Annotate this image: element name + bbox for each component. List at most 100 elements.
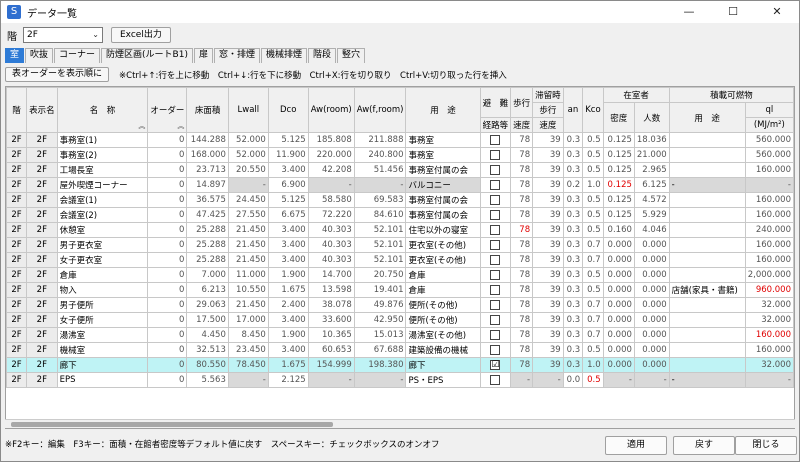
cell-aw-froom[interactable]: 15.013 [353,327,407,343]
col-ql[interactable]: ql [744,102,794,118]
cell-usage[interactable]: 湯沸室(その他) [405,327,481,343]
cell-an[interactable]: 0.3 [562,147,584,163]
cell-aw-room[interactable]: 40.303 [307,222,355,238]
cell-lwall[interactable]: 23.450 [227,342,269,358]
cell-kco[interactable]: 0.7 [582,237,604,253]
cell-ql[interactable]: 560.000 [744,147,794,163]
cell-ql[interactable]: 160.000 [744,342,794,358]
cell-floor[interactable]: 2F [6,357,28,373]
cell-people[interactable]: 0.000 [633,312,670,328]
cell-lwall[interactable]: 21.450 [227,237,269,253]
cell-usage[interactable]: 事務室付属の会 [405,207,481,223]
cell-walk-speed[interactable]: - [510,372,534,388]
cell-fire-usage[interactable] [668,357,746,373]
cell-people[interactable]: - [633,372,670,388]
cell-display-name[interactable]: 2F [26,162,58,178]
col-route[interactable]: 経路等 [479,117,512,133]
col-walk-speed[interactable]: 速度 [510,117,534,133]
table-row[interactable]: 2F 2F 会議室(1) 0 36.575 24.450 5.125 58.580 69.583… [6,192,794,208]
cell-density[interactable]: 0.000 [602,297,635,313]
cell-floor-area[interactable]: 14.897 [186,177,229,193]
cell-walk-speed[interactable]: 78 [510,147,534,163]
cell-route-checkbox[interactable] [479,372,512,388]
cell-fire-usage[interactable] [668,132,746,148]
cell-fire-usage[interactable] [668,207,746,223]
col-kco[interactable]: Kco [582,87,604,133]
cell-aw-froom[interactable]: 42.950 [353,312,407,328]
excel-export-button[interactable]: Excel出力 [111,27,171,43]
cell-aw-froom[interactable]: 51.456 [353,162,407,178]
cell-route-checkbox[interactable] [479,147,512,163]
cell-name[interactable]: 湯沸室 [56,327,149,343]
cell-floor[interactable]: 2F [6,327,28,343]
cell-people[interactable]: 0.000 [633,267,670,283]
close-icon[interactable]: ✕ [755,1,799,23]
cell-kco[interactable]: 0.5 [582,207,604,223]
cell-density[interactable]: 0.125 [602,207,635,223]
cell-floor-area[interactable]: 32.513 [186,342,229,358]
cell-usage[interactable]: 建築設備の機械 [405,342,481,358]
cell-kco[interactable]: 0.7 [582,312,604,328]
cell-lwall[interactable]: 17.000 [227,312,269,328]
cell-route-checkbox[interactable] [479,342,512,358]
cell-kco[interactable]: 0.5 [582,162,604,178]
cell-density[interactable]: 0.000 [602,357,635,373]
cell-stay-speed[interactable]: 39 [532,252,564,268]
cell-walk-speed[interactable]: 78 [510,342,534,358]
route-checkbox[interactable] [490,284,501,295]
cell-floor[interactable]: 2F [6,312,28,328]
cell-fire-usage[interactable] [668,147,746,163]
cell-lwall[interactable]: 52.000 [227,147,269,163]
cell-floor-area[interactable]: 144.288 [186,132,229,148]
cell-route-checkbox[interactable] [479,282,512,298]
cell-floor[interactable]: 2F [6,147,28,163]
cell-order[interactable]: 0 [147,327,188,343]
cell-floor[interactable]: 2F [6,177,28,193]
cell-an[interactable]: 0.3 [562,327,584,343]
cell-floor[interactable]: 2F [6,297,28,313]
cell-stay-speed[interactable]: 39 [532,312,564,328]
cell-name[interactable]: 男子更衣室 [56,237,149,253]
cell-name[interactable]: 事務室(2) [56,147,149,163]
cell-people[interactable]: 0.000 [633,252,670,268]
cell-lwall[interactable]: 78.450 [227,357,269,373]
revert-button[interactable]: 戻す [673,436,735,455]
cell-dco[interactable]: 2.400 [267,297,309,313]
cell-order[interactable]: 0 [147,357,188,373]
cell-usage[interactable]: 事務室 [405,147,481,163]
tab-shaft[interactable]: 竪穴 [337,48,366,63]
route-checkbox[interactable] [490,299,501,310]
col-floor[interactable]: 階 [6,87,28,133]
cell-route-checkbox[interactable] [479,297,512,313]
cell-usage[interactable]: 更衣室(その他) [405,252,481,268]
cell-usage[interactable]: PS・EPS [405,372,481,388]
route-checkbox[interactable] [490,344,501,355]
cell-name[interactable]: 女子更衣室 [56,252,149,268]
cell-dco[interactable]: 2.125 [267,372,309,388]
cell-display-name[interactable]: 2F [26,357,58,373]
col-usage[interactable]: 用 途 [405,87,481,133]
cell-floor-area[interactable]: 25.288 [186,222,229,238]
cell-aw-froom[interactable]: 20.750 [353,267,407,283]
cell-aw-froom[interactable]: - [353,177,407,193]
col-aw-room[interactable]: Aw(room) [307,87,355,133]
cell-kco[interactable]: 0.5 [582,222,604,238]
cell-kco[interactable]: 0.5 [582,132,604,148]
cell-ql[interactable]: 32.000 [744,312,794,328]
cell-stay-speed[interactable]: 39 [532,282,564,298]
cell-stay-speed[interactable]: - [532,372,564,388]
cell-usage[interactable]: 廊下 [405,357,481,373]
minimize-icon[interactable]: — [667,1,711,23]
col-density[interactable]: 密度 [602,102,635,133]
cell-lwall[interactable]: 11.000 [227,267,269,283]
cell-lwall[interactable]: 21.450 [227,297,269,313]
cell-people[interactable]: 21.000 [633,147,670,163]
cell-fire-usage[interactable]: - [668,177,746,193]
cell-aw-froom[interactable]: 240.800 [353,147,407,163]
cell-route-checkbox[interactable] [479,177,512,193]
table-row[interactable]: 2F 2F 倉庫 0 7.000 11.000 1.900 14.700 20.750 倉庫 78 3… [6,267,794,283]
cell-kco[interactable]: 0.5 [582,282,604,298]
sort-icon[interactable]: ︽ [138,121,145,131]
cell-people[interactable]: 0.000 [633,282,670,298]
cell-aw-froom[interactable]: 19.401 [353,282,407,298]
